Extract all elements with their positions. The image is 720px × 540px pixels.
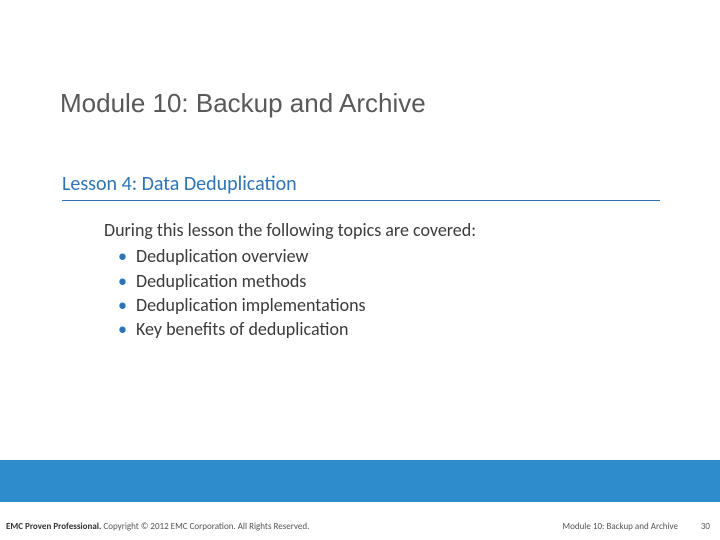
module-title: Module 10: Backup and Archive (60, 88, 426, 119)
footer-bar (0, 460, 720, 502)
lesson-body: During this lesson the following topics … (104, 218, 476, 341)
footer-rights: Copyright © 2012 EMC Corporation. All Ri… (101, 521, 309, 532)
lesson-title: Lesson 4: Data Deduplication (62, 172, 297, 200)
footer-brand: EMC Proven Professional. (6, 521, 101, 532)
list-item: Deduplication overview (104, 244, 476, 268)
topic-list: Deduplication overview Deduplication met… (104, 244, 476, 341)
list-item: Deduplication implementations (104, 293, 476, 317)
list-item: Deduplication methods (104, 269, 476, 293)
lesson-underline (62, 200, 660, 201)
intro-text: During this lesson the following topics … (104, 218, 476, 242)
footer-page-number: 30 (701, 521, 710, 532)
slide: Module 10: Backup and Archive Lesson 4: … (0, 0, 720, 540)
list-item: Key benefits of deduplication (104, 317, 476, 341)
footer-module: Module 10: Backup and Archive (562, 521, 678, 532)
footer-copyright: EMC Proven Professional. Copyright © 201… (6, 521, 309, 532)
footer: EMC Proven Professional. Copyright © 201… (0, 514, 720, 540)
